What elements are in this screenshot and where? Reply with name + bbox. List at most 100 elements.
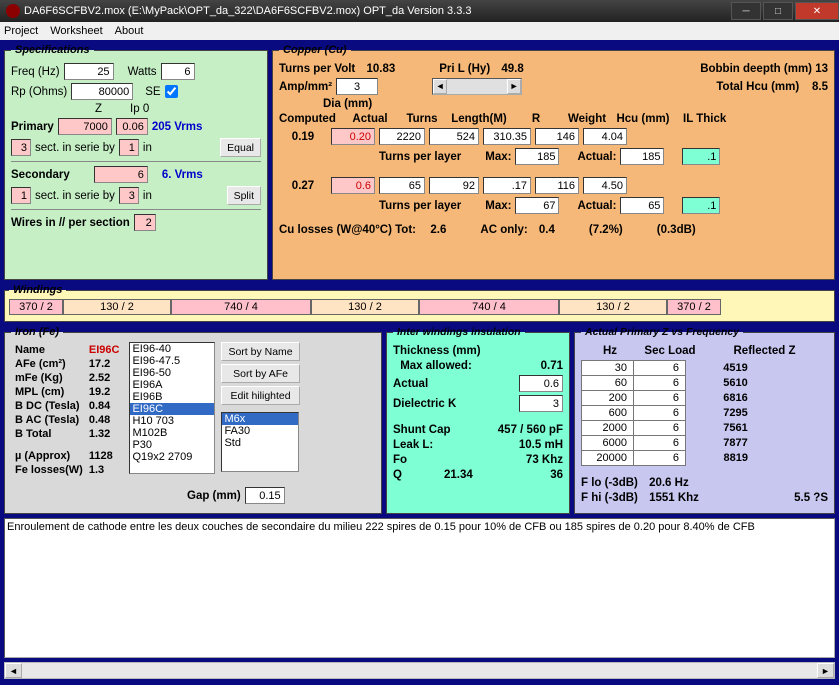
edit-button[interactable]: Edit hilighted (221, 386, 299, 405)
rp-input[interactable] (71, 83, 133, 100)
h-scrollbar[interactable]: ◄ ► (4, 662, 835, 679)
list-item[interactable]: EI96-47.5 (130, 355, 214, 367)
pri-sect-a[interactable] (11, 139, 31, 156)
in-label: in (143, 142, 152, 154)
s-max[interactable] (515, 197, 559, 214)
pril-label: Pri L (Hy) (439, 63, 490, 75)
z-label: Z (95, 103, 102, 115)
p-turns[interactable] (379, 128, 425, 145)
material-list[interactable]: M6xFA30Std (221, 412, 299, 472)
menu-project[interactable]: Project (4, 25, 38, 37)
primary-ip0-input[interactable] (116, 118, 148, 135)
secondary-label: Secondary (11, 169, 70, 181)
slider[interactable]: ◄► (432, 78, 522, 95)
split-button[interactable]: Split (227, 186, 261, 205)
winding-cell: 740 / 4 (419, 299, 559, 315)
dia-label: Dia (mm) (323, 98, 372, 110)
secondary-vrms: 6. Vrms (162, 169, 203, 181)
menu-about[interactable]: About (115, 25, 144, 37)
p-actl[interactable] (620, 148, 664, 165)
s-weight[interactable] (535, 177, 579, 194)
max-allowed: 0.71 (541, 360, 563, 372)
list-item[interactable]: Std (222, 437, 298, 449)
fhi-label: F hi (-3dB) (581, 492, 638, 504)
s-il[interactable] (682, 197, 720, 214)
maximize-button[interactable]: □ (763, 2, 793, 20)
list-item[interactable]: EI96C (130, 403, 214, 415)
iron-list[interactable]: EI96-40EI96-47.5EI96-50EI96AEI96BEI96CH1… (129, 342, 215, 474)
table-row: 6065610 (582, 376, 786, 391)
list-item[interactable]: H10 703 (130, 415, 214, 427)
fo-label: Fo (393, 454, 407, 466)
p-weight[interactable] (535, 128, 579, 145)
watts-input[interactable] (161, 63, 195, 80)
p-il[interactable] (682, 148, 720, 165)
iron-name: EI96C (87, 344, 122, 356)
p-length[interactable] (429, 128, 479, 145)
p-hcu[interactable] (583, 128, 627, 145)
fo-val: 73 Khz (526, 454, 563, 466)
q-label: Q (393, 469, 402, 481)
scroll-right-icon[interactable]: ► (817, 663, 834, 678)
table-row: 60067295 (582, 406, 786, 421)
list-item[interactable]: EI96-50 (130, 367, 214, 379)
dk-input[interactable] (519, 395, 563, 412)
close-button[interactable]: ✕ (795, 2, 839, 20)
secondary-input[interactable] (94, 166, 148, 183)
s-actl[interactable] (620, 197, 664, 214)
ac-label: AC only: (480, 224, 527, 236)
list-item[interactable]: P30 (130, 439, 214, 451)
iron-bdc-lbl: B DC (Tesla) (15, 400, 80, 412)
minimize-button[interactable]: ─ (731, 2, 761, 20)
ins-actual-label: Actual (393, 378, 428, 390)
flo-label: F lo (-3dB) (581, 477, 638, 489)
notes-textarea[interactable]: Enroulement de cathode entre les deux co… (4, 518, 835, 658)
s-length[interactable] (429, 177, 479, 194)
s-actual[interactable] (331, 177, 375, 194)
sec-sect-a[interactable] (11, 187, 31, 204)
s-r[interactable] (483, 177, 531, 194)
watts-label: Watts (128, 66, 157, 78)
max-label2: Max: (485, 200, 511, 212)
pri-sect-b[interactable] (119, 139, 139, 156)
specifications-panel: Specifications Freq (Hz) Watts Rp (Ohms)… (4, 44, 268, 280)
scroll-left-icon[interactable]: ◄ (5, 663, 22, 678)
ip0-label: Ip 0 (130, 103, 149, 115)
sort-name-button[interactable]: Sort by Name (221, 342, 299, 361)
menu-worksheet[interactable]: Worksheet (50, 25, 102, 37)
list-item[interactable]: EI96A (130, 379, 214, 391)
dk-label: Dielectric K (393, 398, 456, 410)
equal-button[interactable]: Equal (220, 138, 261, 157)
wires-input[interactable] (134, 214, 156, 231)
list-item[interactable]: EI96B (130, 391, 214, 403)
loss-label: Cu losses (W@40°C) Tot: (279, 224, 416, 236)
list-item[interactable]: M102B (130, 427, 214, 439)
winding-cell: 130 / 2 (63, 299, 171, 315)
windings-panel: Windings 370 / 2130 / 2740 / 4130 / 2740… (4, 284, 835, 322)
se-checkbox[interactable] (165, 85, 178, 98)
s-hcu[interactable] (583, 177, 627, 194)
winding-cell: 130 / 2 (559, 299, 667, 315)
frequency-panel: Actual Primary Z vs Frequency Hz Sec Loa… (574, 326, 835, 514)
table-row: 20066816 (582, 391, 786, 406)
freq-input[interactable] (64, 63, 114, 80)
iron-bac-lbl: B AC (Tesla) (15, 414, 79, 426)
sort-afe-button[interactable]: Sort by AFe (221, 364, 299, 383)
primary-z-input[interactable] (58, 118, 112, 135)
hdr-computed: Computed (279, 113, 343, 125)
gap-input[interactable] (245, 487, 285, 504)
list-item[interactable]: EI96-40 (130, 343, 214, 355)
list-item[interactable]: M6x (222, 413, 298, 425)
sec-sect-b[interactable] (119, 187, 139, 204)
max-allowed-label: Max allowed: (400, 360, 472, 372)
s-turns[interactable] (379, 177, 425, 194)
p-max[interactable] (515, 148, 559, 165)
ins-actual-input[interactable] (519, 375, 563, 392)
list-item[interactable]: FA30 (222, 425, 298, 437)
ins-legend: Inter windings insulation (393, 326, 525, 338)
p-r[interactable] (483, 128, 531, 145)
p-actual[interactable] (331, 128, 375, 145)
list-item[interactable]: Q19x2 2709 (130, 451, 214, 463)
thcu-label: Total Hcu (mm) (716, 81, 799, 93)
amp-input[interactable] (336, 78, 378, 95)
